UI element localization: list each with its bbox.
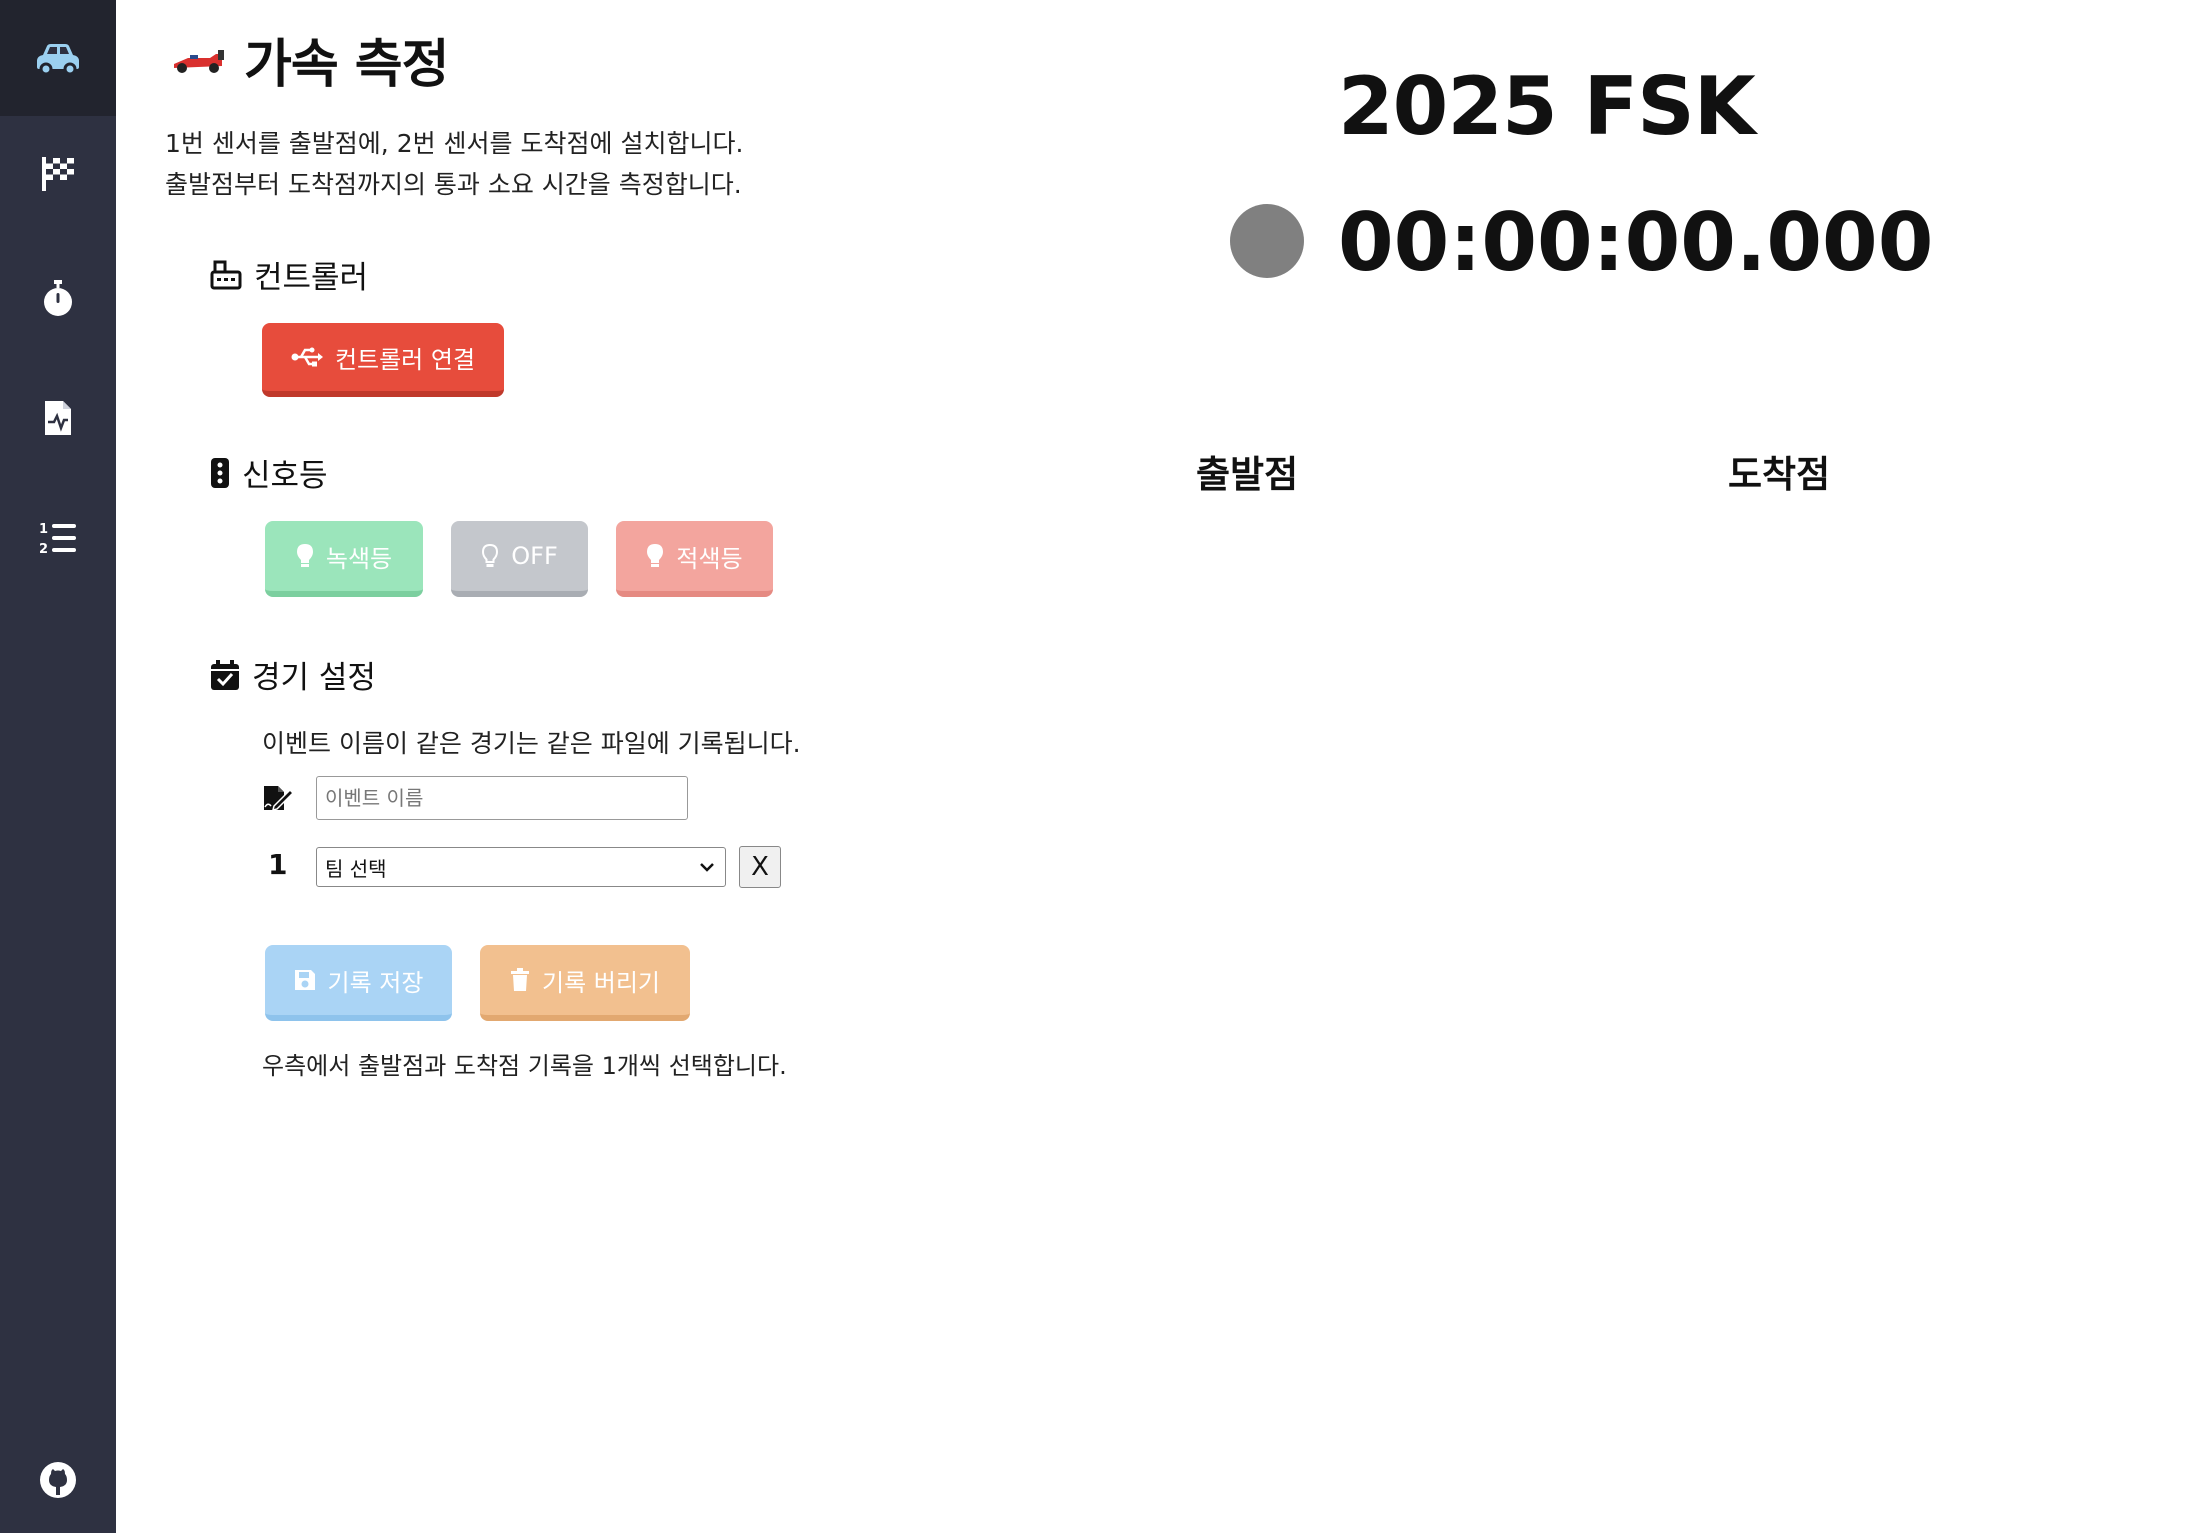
controller-heading-label: 컨트롤러	[254, 260, 369, 296]
file-waveform-icon	[45, 401, 71, 435]
lightbulb-icon	[647, 544, 664, 567]
discard-record-label: 기록 버리기	[541, 968, 661, 997]
page-title: 가속 측정	[244, 35, 449, 95]
start-column-heading: 출발점	[1196, 453, 1299, 496]
team-select-value: 팀 선택	[325, 856, 387, 881]
traffic-light-icon	[211, 457, 229, 488]
finish-column-heading: 도착점	[1728, 453, 1831, 496]
usb-icon	[291, 347, 323, 367]
light-off-label: OFF	[511, 542, 558, 570]
chevron-down-icon	[700, 863, 714, 872]
match-settings-heading-label: 경기 설정	[252, 660, 376, 696]
numbered-list-icon: 1 2	[39, 522, 76, 556]
match-settings-note: 이벤트 이름이 같은 경기는 같은 파일에 기록됩니다.	[262, 729, 801, 758]
save-record-button[interactable]: 기록 저장	[265, 945, 452, 1021]
github-icon	[40, 1462, 76, 1498]
svg-text:1: 1	[39, 522, 48, 537]
signal-heading: 신호등	[210, 450, 328, 495]
file-signature-icon	[264, 786, 294, 812]
floppy-disk-icon	[294, 970, 315, 990]
timer-display: 00:00:00.000	[1338, 196, 1934, 289]
team-select[interactable]: 팀 선택	[316, 847, 726, 887]
event-name-input[interactable]	[316, 776, 688, 820]
checkered-flag-icon	[42, 157, 74, 191]
page-description-line1: 1번 센서를 출발점에, 2번 센서를 도착점에 설치합니다.	[165, 129, 744, 158]
calendar-check-icon	[211, 659, 239, 690]
match-settings-heading: 경기 설정	[210, 652, 376, 697]
red-light-label: 적색등	[676, 544, 743, 573]
team-slot-number: 1	[268, 848, 288, 881]
light-off-button[interactable]: OFF	[451, 521, 588, 597]
red-light-button[interactable]: 적색등	[616, 521, 773, 597]
connect-controller-label: 컨트롤러 연결	[334, 345, 476, 374]
green-light-button[interactable]: 녹색등	[265, 521, 423, 597]
sidebar: 1 2	[0, 0, 116, 1533]
car-icon	[37, 44, 79, 75]
sidebar-item-car[interactable]	[0, 0, 116, 116]
page-description-line2: 출발점부터 도착점까지의 통과 소요 시간을 측정합니다.	[165, 170, 742, 199]
clear-team-label: X	[751, 852, 769, 882]
trash-icon	[510, 968, 529, 991]
race-car-icon	[174, 49, 224, 73]
clear-team-button[interactable]: X	[739, 846, 781, 888]
signal-heading-label: 신호등	[242, 458, 328, 494]
lightbulb-icon	[296, 544, 313, 567]
keyboard-icon	[210, 260, 242, 289]
sidebar-item-report[interactable]	[0, 360, 116, 476]
sidebar-item-records[interactable]: 1 2	[0, 480, 116, 596]
event-title: 2025 FSK	[1338, 60, 1756, 153]
sidebar-item-race[interactable]	[0, 116, 116, 232]
stopwatch-icon	[44, 280, 72, 316]
save-record-label: 기록 저장	[327, 968, 424, 997]
svg-text:2: 2	[39, 542, 48, 556]
selection-instruction: 우측에서 출발점과 도착점 기록을 1개씩 선택합니다.	[262, 1052, 787, 1080]
github-link[interactable]	[0, 1430, 116, 1530]
sidebar-item-timer[interactable]	[0, 240, 116, 356]
lightbulb-outline-icon	[482, 543, 499, 567]
controller-heading: 컨트롤러	[210, 252, 368, 297]
page-header: 가속 측정	[170, 22, 449, 97]
connect-controller-button[interactable]: 컨트롤러 연결	[262, 323, 504, 397]
discard-record-button[interactable]: 기록 버리기	[480, 945, 690, 1021]
green-light-label: 녹색등	[325, 544, 393, 573]
status-indicator	[1230, 204, 1304, 278]
